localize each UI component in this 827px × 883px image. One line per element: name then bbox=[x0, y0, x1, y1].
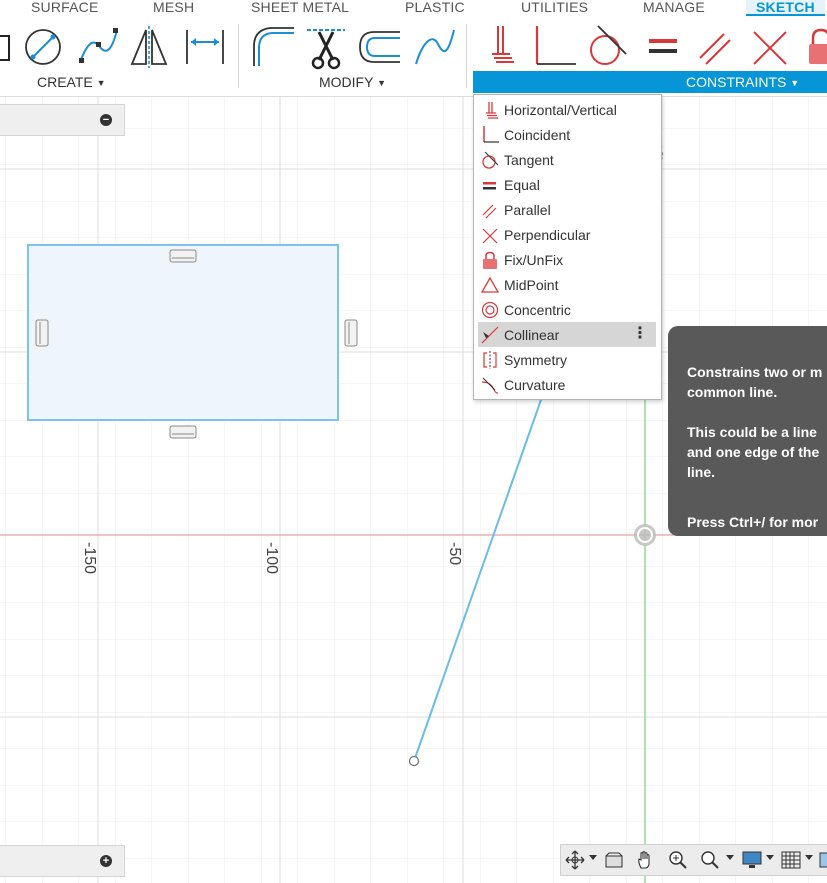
coincident-tool-button[interactable] bbox=[532, 24, 576, 70]
parallel-tool-button[interactable] bbox=[696, 24, 740, 70]
axis-tick-label: -100 bbox=[263, 542, 280, 575]
expand-panel-button[interactable]: + bbox=[100, 855, 112, 867]
menu-item-concentric[interactable]: Concentric bbox=[478, 297, 656, 322]
dimension-icon bbox=[186, 30, 224, 64]
chevron-down-icon[interactable] bbox=[766, 855, 774, 860]
trim-tool-button[interactable] bbox=[305, 24, 349, 70]
parallel-icon bbox=[699, 33, 731, 65]
midpoint-icon bbox=[481, 276, 499, 293]
parallel-icon bbox=[482, 204, 497, 219]
perpendicular-tool-button[interactable] bbox=[750, 24, 794, 70]
tooltip-text: common line. bbox=[687, 384, 778, 400]
tangent-icon bbox=[482, 151, 499, 169]
coincident-icon bbox=[535, 26, 576, 65]
menu-item-coincident[interactable]: Coincident bbox=[478, 122, 656, 147]
tab-plastic[interactable]: PLASTIC bbox=[405, 0, 465, 16]
axis-tick-label: -150 bbox=[81, 542, 98, 575]
constraints-dropdown-menu: Horizontal/Vertical Coincident Tangent E… bbox=[473, 94, 662, 400]
menu-item-symmetry[interactable]: Symmetry bbox=[478, 347, 656, 372]
mirror-icon bbox=[130, 26, 168, 68]
tab-utilities[interactable]: UTILITIES bbox=[521, 0, 588, 16]
axis-tick-label: -50 bbox=[446, 542, 463, 566]
circle-tool-button[interactable] bbox=[22, 24, 66, 70]
concentric-icon bbox=[481, 301, 499, 319]
menu-item-parallel[interactable]: Parallel bbox=[478, 197, 656, 222]
more-options-icon[interactable]: ⋮ bbox=[632, 325, 648, 343]
navigation-bar bbox=[560, 844, 827, 876]
collinear-icon bbox=[481, 326, 499, 344]
perpendicular-icon bbox=[753, 31, 787, 65]
chevron-down-icon[interactable] bbox=[726, 855, 734, 860]
comments-panel-collapsed[interactable]: + bbox=[0, 845, 125, 877]
sketch-rectangle bbox=[27, 244, 339, 421]
symmetry-icon bbox=[483, 351, 497, 369]
tooltip-shortcut-hint: Press Ctrl+/ for mor bbox=[687, 514, 819, 530]
horizontal-vertical-icon bbox=[486, 102, 498, 119]
tooltip-text: Constrains two or m bbox=[687, 364, 823, 380]
tab-surface[interactable]: SURFACE bbox=[31, 0, 99, 16]
curve-icon bbox=[415, 29, 455, 65]
lock-icon bbox=[809, 28, 827, 64]
tab-sheet-metal[interactable]: SHEET METAL bbox=[251, 0, 349, 16]
menu-item-horizontal-vertical[interactable]: Horizontal/Vertical bbox=[478, 97, 656, 122]
menu-item-perpendicular[interactable]: Perpendicular bbox=[478, 222, 656, 247]
perpendicular-icon bbox=[482, 228, 498, 244]
equal-icon bbox=[649, 39, 677, 53]
spline-icon bbox=[79, 28, 118, 63]
collinear-tooltip: Constrains two or m common line. This co… bbox=[668, 326, 827, 536]
spline-curve-tool-button[interactable] bbox=[412, 24, 456, 70]
fix-tool-button[interactable] bbox=[805, 24, 827, 70]
pan-hand-icon[interactable] bbox=[635, 850, 657, 870]
dimension-tool-button[interactable] bbox=[183, 24, 227, 70]
horizontal-vertical-tool-button[interactable] bbox=[484, 24, 520, 70]
tangent-tool-button[interactable] bbox=[586, 24, 630, 70]
tooltip-text: This could be a line bbox=[687, 424, 817, 440]
collapse-panel-button[interactable]: − bbox=[100, 114, 112, 126]
horizontal-vertical-icon bbox=[492, 26, 514, 63]
display-settings-icon[interactable] bbox=[741, 850, 763, 870]
circle-icon bbox=[25, 29, 61, 65]
lock-icon bbox=[483, 251, 497, 269]
sketch-point bbox=[408, 755, 420, 767]
mirror-tool-button[interactable] bbox=[128, 24, 172, 70]
tab-mesh[interactable]: MESH bbox=[153, 0, 194, 16]
tangent-icon bbox=[590, 25, 627, 65]
orbit-icon[interactable] bbox=[564, 850, 586, 870]
chevron-down-icon[interactable] bbox=[589, 855, 597, 860]
rectangle-icon bbox=[0, 35, 10, 61]
viewports-icon[interactable] bbox=[818, 850, 827, 870]
constraints-group-label[interactable]: CONSTRAINTS ▼ bbox=[686, 74, 799, 90]
fillet-icon bbox=[253, 27, 294, 66]
menu-item-tangent[interactable]: Tangent bbox=[478, 147, 656, 172]
menu-item-equal[interactable]: Equal bbox=[478, 172, 656, 197]
tab-sketch[interactable]: SKETCH bbox=[746, 0, 825, 16]
rectangle-tool-button[interactable] bbox=[0, 24, 14, 70]
offset-icon bbox=[359, 31, 400, 63]
toolbar-separator bbox=[238, 24, 239, 88]
coincident-icon bbox=[483, 126, 499, 143]
scissors-icon bbox=[307, 29, 345, 70]
tooltip-text: line. bbox=[687, 464, 716, 480]
modify-group-label[interactable]: MODIFY ▼ bbox=[319, 74, 386, 90]
menu-item-fix-unfix[interactable]: Fix/UnFix bbox=[478, 247, 656, 272]
fit-zoom-icon[interactable] bbox=[699, 850, 721, 870]
spline-tool-button[interactable] bbox=[77, 24, 121, 70]
fillet-tool-button[interactable] bbox=[250, 24, 294, 70]
create-group-label[interactable]: CREATE ▼ bbox=[37, 74, 106, 90]
curvature-icon bbox=[481, 377, 499, 394]
menu-item-midpoint[interactable]: MidPoint bbox=[478, 272, 656, 297]
toolbar-separator bbox=[466, 24, 467, 88]
look-at-icon[interactable] bbox=[603, 850, 625, 870]
tooltip-text: and one edge of the bbox=[687, 444, 820, 460]
menu-item-collinear[interactable]: Collinear ⋮ bbox=[478, 322, 656, 347]
zoom-icon[interactable] bbox=[667, 850, 689, 870]
menu-item-curvature[interactable]: Curvature bbox=[478, 372, 656, 397]
equal-tool-button[interactable] bbox=[643, 24, 687, 70]
grid-icon[interactable] bbox=[780, 850, 802, 870]
equal-icon bbox=[483, 182, 496, 190]
tab-manage[interactable]: MANAGE bbox=[643, 0, 705, 16]
browser-panel-collapsed[interactable]: − bbox=[0, 104, 125, 136]
chevron-down-icon[interactable] bbox=[805, 855, 813, 860]
offset-tool-button[interactable] bbox=[356, 24, 400, 70]
